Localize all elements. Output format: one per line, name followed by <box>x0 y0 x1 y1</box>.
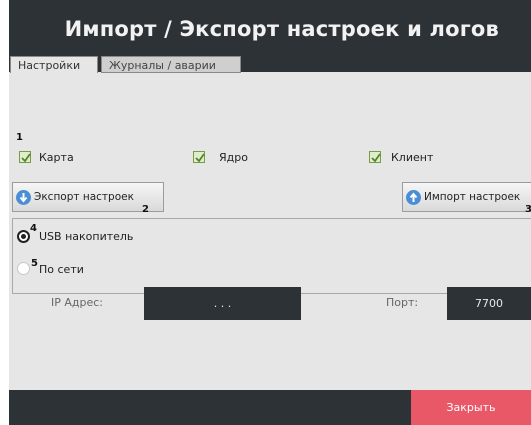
dialog-header: Импорт / Экспорт настроек и логов <box>9 0 531 56</box>
check-icon <box>195 153 205 163</box>
radio-network-label: По сети <box>39 263 84 276</box>
tab-settings[interactable]: Настройки <box>10 56 98 73</box>
checkbox-core[interactable] <box>193 151 205 163</box>
arrow-up-icon <box>406 190 421 205</box>
dialog-title: Импорт / Экспорт настроек и логов <box>64 17 499 41</box>
radio-dot <box>21 234 26 239</box>
checkbox-client[interactable] <box>369 151 381 163</box>
export-settings-label: Экспорт настроек <box>34 191 134 203</box>
checkbox-map-label: Карта <box>39 151 74 164</box>
checkbox-core-label: Ядро <box>219 151 248 164</box>
ip-address-label: IP Адрес: <box>51 296 104 309</box>
radio-usb[interactable] <box>17 230 30 243</box>
marker-3: 3 <box>525 204 531 215</box>
checkbox-map[interactable] <box>19 151 31 163</box>
checkbox-client-label: Клиент <box>391 151 434 164</box>
import-settings-button[interactable]: Импорт настроек <box>402 182 531 212</box>
marker-5: 5 <box>31 258 38 269</box>
radio-network[interactable] <box>17 262 30 275</box>
close-button[interactable]: Закрыть <box>411 390 531 425</box>
port-input[interactable]: 7700 <box>447 287 531 320</box>
arrow-down-icon <box>16 190 31 205</box>
check-icon <box>371 153 381 163</box>
ip-address-input[interactable]: . . . <box>144 287 301 320</box>
marker-1: 1 <box>16 132 23 143</box>
check-icon <box>21 153 31 163</box>
marker-4: 4 <box>30 223 37 234</box>
port-label: Порт: <box>386 296 419 309</box>
marker-2: 2 <box>142 204 149 215</box>
tab-logs[interactable]: Журналы / аварии <box>101 56 241 73</box>
import-settings-label: Импорт настроек <box>424 191 521 203</box>
radio-usb-label: USB накопитель <box>39 230 134 243</box>
